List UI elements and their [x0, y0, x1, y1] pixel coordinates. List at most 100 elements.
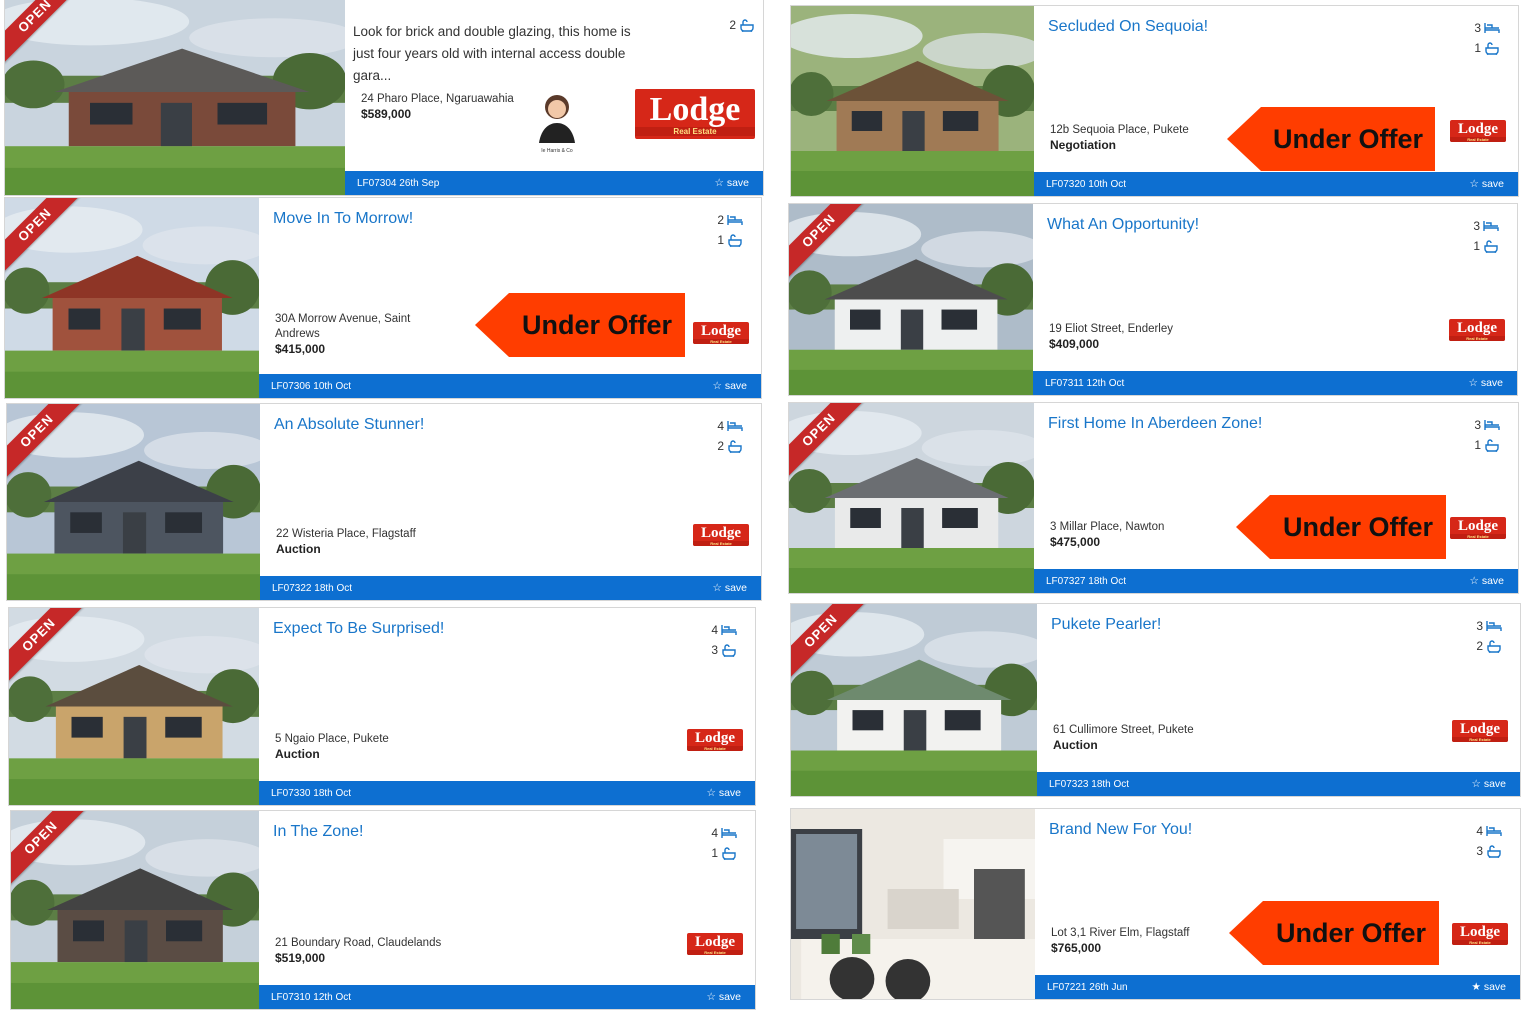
bath-icon	[1486, 844, 1502, 858]
listing-title[interactable]: An Absolute Stunner!	[274, 416, 424, 434]
bath-count: 3	[711, 643, 718, 657]
save-button[interactable]: ☆ save	[1468, 377, 1503, 389]
listing-price: $415,000	[275, 342, 326, 356]
bath-count: 1	[1473, 239, 1480, 253]
bed-count: 3	[1474, 21, 1481, 35]
bath-count: 3	[1476, 844, 1483, 858]
listing-title[interactable]: What An Opportunity!	[1047, 216, 1199, 234]
bath-icon	[727, 233, 743, 247]
listing-ref: LF07320 10th Oct	[1046, 179, 1127, 190]
lodge-logo: Lodge Real Estate	[1452, 923, 1508, 945]
listing-footer: LF07221 26th Jun ★ save	[1035, 975, 1520, 999]
listing-address-block: Lot 3,1 River Elm, Flagstaff $765,000	[1051, 926, 1226, 956]
save-button[interactable]: ☆ save	[712, 380, 747, 392]
save-button[interactable]: ☆ save	[1469, 575, 1504, 587]
listing-photo[interactable]: OPEN	[789, 403, 1034, 593]
bed-icon	[727, 420, 743, 432]
listing-footer: LF07323 18th Oct ☆ save	[1037, 772, 1520, 796]
listing-address: 30A Morrow Avenue, Saint Andrews	[275, 313, 411, 340]
listing-card[interactable]: OPEN What An Opportunity! 3 1 19 Eliot Stre…	[788, 203, 1518, 396]
listing-card[interactable]: OPEN In The Zone! 4 1 21 Boundary Road, Cla…	[10, 810, 756, 1010]
listing-photo[interactable]: OPEN	[5, 0, 345, 195]
listing-photo[interactable]: OPEN	[791, 604, 1037, 796]
save-button[interactable]: ☆ save	[706, 991, 741, 1003]
listing-price: $765,000	[1051, 941, 1102, 955]
save-button[interactable]: ☆ save	[706, 787, 741, 799]
listing-price: Negotiation	[1050, 138, 1116, 152]
bath-icon	[1483, 239, 1499, 253]
listing-footer: LF07320 10th Oct ☆ save	[1034, 172, 1518, 196]
listing-title[interactable]: Move In To Morrow!	[273, 210, 413, 228]
lodge-logo: Lodge Real Estate	[1449, 319, 1505, 341]
listing-card[interactable]: OPEN Look for brick and double glazing, t…	[4, 0, 764, 196]
listing-title[interactable]: In The Zone!	[273, 823, 363, 841]
save-button[interactable]: ☆ save	[1471, 778, 1506, 790]
listing-footer: LF07311 12th Oct ☆ save	[1033, 371, 1517, 395]
listing-features: 41	[711, 823, 737, 863]
bed-count: 4	[717, 419, 724, 433]
listing-card[interactable]: OPEN First Home In Aberdeen Zone! 3 1 3 Mil…	[788, 402, 1519, 594]
listing-address: 24 Pharo Place, Ngaruawahia	[361, 93, 514, 105]
listing-title[interactable]: Secluded On Sequoia!	[1048, 18, 1208, 36]
bed-count: 3	[1474, 418, 1481, 432]
listing-features: 43	[711, 620, 737, 660]
listing-features: 42	[717, 416, 743, 456]
listing-title[interactable]: Pukete Pearler!	[1051, 616, 1161, 634]
lodge-logo: Lodge Real Estate	[635, 89, 755, 139]
lodge-logo: Lodge Real Estate	[1450, 517, 1506, 539]
listing-title[interactable]: First Home In Aberdeen Zone!	[1048, 415, 1262, 433]
bed-icon	[1486, 825, 1502, 837]
bath-icon	[1484, 438, 1500, 452]
bed-icon	[1486, 620, 1502, 632]
save-button[interactable]: ☆ save	[1469, 178, 1504, 190]
listing-features: 31	[1473, 216, 1499, 256]
listing-features: 21	[717, 210, 743, 250]
listing-price: $475,000	[1050, 535, 1101, 549]
listing-card[interactable]: OPEN Expect To Be Surprised! 4 3 5 Ngaio Pl…	[8, 607, 756, 806]
listing-address-block: 21 Boundary Road, Claudelands $519,000	[275, 936, 450, 966]
bath-icon	[727, 439, 743, 453]
listing-footer: LF07322 18th Oct ☆ save	[260, 576, 761, 600]
agent-photo: Ie Harris & Co	[533, 91, 581, 154]
listing-address-block: 5 Ngaio Place, Pukete Auction	[275, 732, 450, 762]
agent-brand: Ie Harris & Co	[541, 148, 573, 154]
listing-price: $589,000	[361, 107, 412, 121]
lodge-logo: Lodge Real Estate	[1450, 120, 1506, 142]
listing-title[interactable]: Brand New For You!	[1049, 821, 1192, 839]
save-button[interactable]: ☆ save	[714, 177, 749, 189]
listing-photo[interactable]: OPEN	[5, 198, 259, 398]
save-button[interactable]: ☆ save	[712, 582, 747, 594]
listing-card[interactable]: OPEN Pukete Pearler! 3 2 61 Cullimore Stree…	[790, 603, 1521, 797]
bath-count: 2	[729, 18, 736, 32]
listing-card[interactable]: Brand New For You! 4 3 Lot 3,1 River Elm, …	[790, 808, 1521, 1000]
lodge-logo: Lodge Real Estate	[687, 933, 743, 955]
listing-price: $409,000	[1049, 337, 1100, 351]
bed-count: 4	[1476, 824, 1483, 838]
save-button[interactable]: ★ save	[1471, 981, 1506, 993]
bath-icon	[739, 18, 755, 32]
listing-address-block: 22 Wisteria Place, Flagstaff Auction	[276, 527, 451, 557]
listing-address: 12b Sequoia Place, Pukete	[1050, 124, 1189, 136]
listing-price: Auction	[276, 542, 321, 556]
listing-address: 21 Boundary Road, Claudelands	[275, 937, 442, 949]
listing-photo[interactable]: OPEN	[7, 404, 260, 600]
listing-ref: LF07306 10th Oct	[271, 381, 352, 392]
listing-photo[interactable]	[791, 6, 1034, 196]
listing-address-block: 19 Eliot Street, Enderley $409,000	[1049, 322, 1224, 352]
listing-ref: LF07327 18th Oct	[1046, 576, 1127, 587]
listing-card[interactable]: Secluded On Sequoia! 3 1 12b Sequoia Place…	[790, 5, 1519, 197]
listing-photo[interactable]	[791, 809, 1035, 999]
listing-photo[interactable]: OPEN	[11, 811, 259, 1009]
listing-address: 5 Ngaio Place, Pukete	[275, 733, 389, 745]
listing-footer: LF07306 10th Oct ☆ save	[259, 374, 761, 398]
listing-photo[interactable]: OPEN	[789, 204, 1033, 395]
listing-card[interactable]: OPEN Move In To Morrow! 2 1 30A Morrow Aven…	[4, 197, 762, 399]
listing-photo[interactable]: OPEN	[9, 608, 259, 805]
listing-address: 61 Cullimore Street, Pukete	[1053, 724, 1194, 736]
listing-title[interactable]: Expect To Be Surprised!	[273, 620, 444, 638]
bed-icon	[727, 214, 743, 226]
listing-footer: LF07304 26th Sep ☆ save	[345, 171, 763, 195]
listing-card[interactable]: OPEN An Absolute Stunner! 4 2 22 Wisteria P…	[6, 403, 762, 601]
bath-count: 1	[1474, 41, 1481, 55]
bed-icon	[721, 827, 737, 839]
